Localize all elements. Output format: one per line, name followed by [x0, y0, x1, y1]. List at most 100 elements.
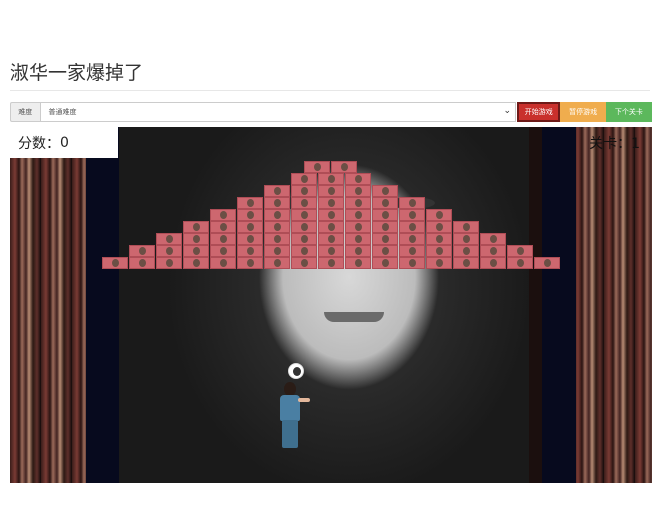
brick: [263, 257, 290, 269]
brick: [236, 233, 263, 245]
brick: [344, 233, 371, 245]
brick: [425, 233, 452, 245]
brick: [155, 245, 182, 257]
brick: [479, 257, 506, 269]
brick: [236, 197, 263, 209]
brick: [398, 221, 425, 233]
brick: [344, 245, 371, 257]
brick: [182, 245, 209, 257]
brick: [263, 209, 290, 221]
brick: [479, 245, 506, 257]
brick: [209, 257, 236, 269]
brick: [317, 257, 344, 269]
brick: [290, 257, 317, 269]
game-toolbar: 难度 普通难度 ⌄ 开始游戏 暂停游戏 下个关卡: [10, 102, 653, 122]
level-value: 1: [631, 136, 640, 152]
brick: [506, 245, 533, 257]
brick: [236, 245, 263, 257]
brick: [263, 245, 290, 257]
ball: [288, 363, 304, 379]
brick: [398, 197, 425, 209]
brick: [452, 221, 479, 233]
brick: [263, 197, 290, 209]
brick: [371, 197, 398, 209]
brick: [452, 245, 479, 257]
pause-game-button[interactable]: 暂停游戏: [560, 102, 606, 122]
start-game-button[interactable]: 开始游戏: [517, 102, 561, 122]
difficulty-select[interactable]: 普通难度 ⌄: [39, 102, 517, 122]
next-level-button[interactable]: 下个关卡: [605, 102, 653, 122]
brick: [209, 209, 236, 221]
level-label: 关卡：: [589, 136, 632, 152]
brick: [317, 185, 344, 197]
level-display: 关卡：1: [589, 133, 640, 153]
brick: [479, 233, 506, 245]
brick: [506, 257, 533, 269]
brick: [533, 257, 560, 269]
brick: [128, 257, 155, 269]
score-value: 0: [60, 134, 69, 151]
brick: [290, 185, 317, 197]
chevron-down-icon: ⌄: [503, 106, 512, 116]
brick: [209, 245, 236, 257]
brick: [344, 221, 371, 233]
brick: [101, 257, 128, 269]
brick: [317, 245, 344, 257]
score-label: 分数：: [18, 135, 60, 152]
brick: [317, 233, 344, 245]
brick: [317, 197, 344, 209]
portrait-mouth: [324, 312, 384, 322]
paddle-head: [284, 382, 296, 396]
brick: [317, 173, 344, 185]
brick: [263, 233, 290, 245]
brick: [290, 233, 317, 245]
brick: [236, 209, 263, 221]
brick: [371, 209, 398, 221]
page-title: 淑华一家爆掉了: [10, 62, 144, 84]
brick: [290, 221, 317, 233]
brick: [290, 173, 317, 185]
brick: [209, 221, 236, 233]
brick: [371, 221, 398, 233]
paddle-body: [280, 395, 300, 421]
brick: [236, 221, 263, 233]
brick: [290, 209, 317, 221]
brick: [263, 185, 290, 197]
brick: [452, 233, 479, 245]
paddle-legs: [282, 420, 298, 448]
brick: [425, 209, 452, 221]
right-frame-inner: [542, 127, 576, 483]
brick: [182, 221, 209, 233]
brick: [344, 197, 371, 209]
brick: [236, 257, 263, 269]
brick: [128, 245, 155, 257]
left-frame-inner: [86, 127, 120, 483]
brick: [155, 257, 182, 269]
brick: [398, 209, 425, 221]
brick: [398, 233, 425, 245]
brick: [317, 209, 344, 221]
brick: [304, 161, 330, 173]
brick: [344, 185, 371, 197]
difficulty-label: 难度: [10, 102, 40, 122]
brick: [371, 245, 398, 257]
brick: [425, 245, 452, 257]
brick: [371, 257, 398, 269]
paddle-character[interactable]: [272, 382, 310, 454]
brick: [182, 257, 209, 269]
brick: [371, 233, 398, 245]
brick: [317, 221, 344, 233]
difficulty-value: 普通难度: [48, 108, 77, 116]
brick: [182, 233, 209, 245]
score-display: 分数： 0: [10, 127, 118, 158]
brick: [425, 257, 452, 269]
brick: [344, 257, 371, 269]
brick: [290, 197, 317, 209]
game-canvas[interactable]: 分数： 0 关卡：1: [10, 127, 652, 483]
brick: [331, 161, 357, 173]
brick: [344, 173, 371, 185]
brick: [425, 221, 452, 233]
brick: [344, 209, 371, 221]
paddle-arm: [298, 398, 310, 402]
brick: [452, 257, 479, 269]
